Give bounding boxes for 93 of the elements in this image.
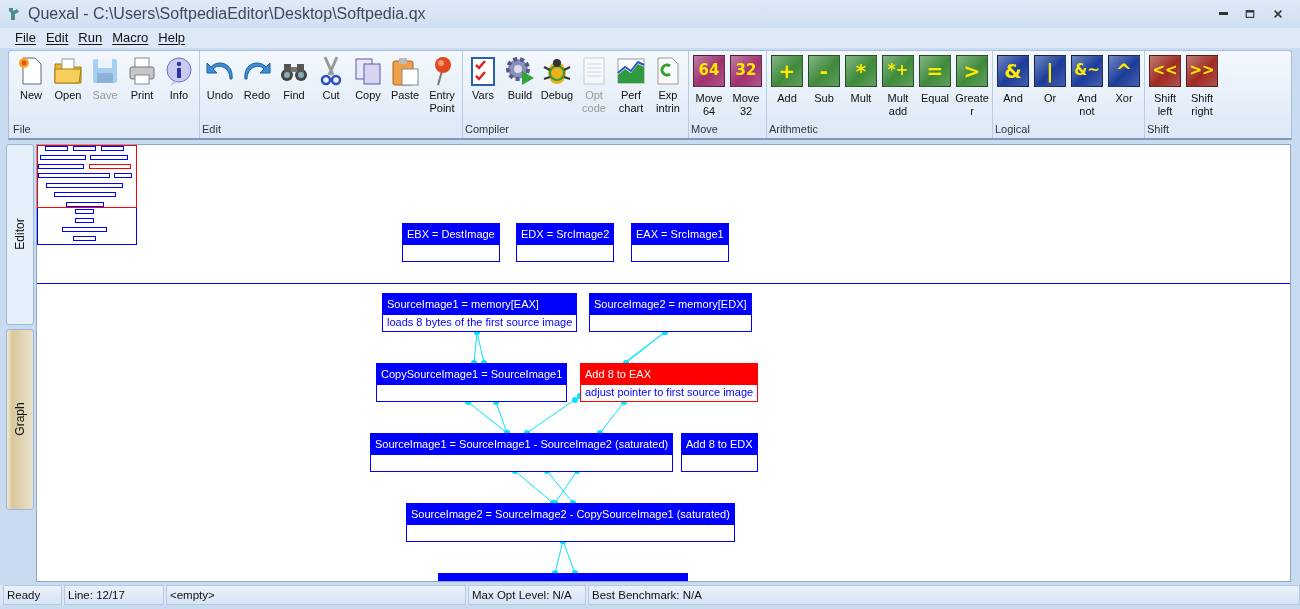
toolbar-button[interactable]: Paste [387, 54, 423, 102]
graph-node[interactable] [438, 572, 688, 582]
status-field: <empty> [166, 585, 466, 605]
graph-node[interactable]: Add 8 to EAX adjust pointer to first source image [580, 362, 759, 402]
node-title: EBX = DestImage [403, 223, 499, 245]
close-icon [1272, 7, 1284, 20]
glyph-tile: | [1034, 54, 1066, 87]
status-field: Line: 12/17 [64, 585, 164, 605]
toolbar-button[interactable]: - Sub [806, 54, 842, 105]
minimap-drawing[interactable] [37, 144, 138, 246]
toolbar-button[interactable]: Debug [539, 54, 575, 102]
group-label: Arithmetic [769, 122, 819, 137]
menu-item[interactable]: Run [73, 30, 108, 46]
graph-node[interactable]: EBX = DestImage [402, 222, 500, 262]
graph-node[interactable]: SourceImage1 = memory[EAX] loads 8 bytes of the first source image [382, 292, 578, 332]
app-logo-icon [6, 5, 22, 22]
status-field: Max Opt Level: N/A [468, 585, 586, 605]
info-icon [163, 54, 195, 87]
graph-node[interactable]: EAX = SrcImage1 [631, 222, 729, 262]
toolbar-button[interactable]: Undo [202, 54, 238, 102]
group-label: Compiler [465, 122, 510, 137]
graph-node[interactable]: Add 8 to EDX [681, 432, 758, 472]
toolbar-button[interactable]: 64 Move 64 [691, 54, 727, 118]
node-title: Add 8 to EAX [581, 363, 758, 385]
node-title: SourceImage1 = SourceImage1 - SourceImage2 (saturated) [371, 433, 673, 455]
graph-node[interactable]: EDX = SrcImage2 [516, 222, 615, 262]
toolbar-button[interactable]: | Or [1032, 54, 1068, 105]
glyph-tile: & [997, 54, 1029, 87]
toolbar-button[interactable]: * Mult [843, 54, 879, 105]
printer-icon [126, 54, 158, 87]
node-title: SourceImage1 = memory[EAX] [383, 293, 577, 315]
toolbar-button[interactable]: Perf chart [613, 54, 649, 115]
glyph-tile: &~ [1071, 54, 1103, 87]
toolbar-button[interactable]: 32 Move 32 [728, 54, 764, 118]
glyph-tile: >> [1186, 54, 1218, 87]
graph-node[interactable]: CopySourceImage1 = SourceImage1 [376, 362, 568, 402]
toolbar-button[interactable]: Print [124, 54, 160, 102]
toolbar-button[interactable]: = Equal [917, 54, 953, 105]
toolbar-button[interactable]: Cut [313, 54, 349, 102]
toolbar-button[interactable]: Info [161, 54, 197, 102]
toolbar-button[interactable]: Exp intrin [650, 54, 686, 115]
minimize-icon [1219, 12, 1228, 16]
toolbar-button[interactable]: > Greater [954, 54, 990, 118]
toolbar-button[interactable]: Redo [239, 54, 275, 102]
glyph-tile: 64 [693, 54, 725, 87]
toolbar-button[interactable]: New [13, 54, 49, 102]
toolbar-button[interactable]: Vars [465, 54, 501, 102]
node-title: EDX = SrcImage2 [517, 223, 614, 245]
toolbar-button[interactable]: << Shift left [1147, 54, 1183, 118]
menu-item[interactable]: File [10, 30, 41, 46]
window-title: Quexal - C:\Users\SoftpediaEditor\Desktop\Softpedia.qx [28, 4, 427, 23]
glyph-tile: *+ [882, 54, 914, 87]
glyph-tile: ^ [1108, 54, 1140, 87]
graph-node[interactable]: SourceImage2 = SourceImage2 - CopySourceImage1 (saturated) [406, 502, 735, 542]
glyph-tile: - [808, 54, 840, 87]
toolbar-button[interactable]: Build [502, 54, 538, 102]
node-title: EAX = SrcImage1 [632, 223, 728, 245]
group-label: Edit [202, 122, 222, 137]
gear-icon [504, 54, 536, 87]
toolbar-button[interactable]: Copy [350, 54, 386, 102]
toolbar-button[interactable]: >> Shift right [1184, 54, 1220, 118]
glyph-tile: 32 [730, 54, 762, 87]
menu-item[interactable]: Edit [40, 30, 74, 46]
group-label: File [13, 122, 32, 137]
maximize-icon [1244, 7, 1256, 20]
graph-node[interactable]: SourceImage1 = SourceImage1 - SourceImage2 (saturated) [370, 432, 674, 472]
glyph-tile: << [1149, 54, 1181, 87]
group-label: Logical [995, 122, 1031, 137]
toolbar-button[interactable]: Entry Point [424, 54, 460, 115]
glyph-tile: > [956, 54, 988, 87]
toolbar-button[interactable]: *+ Mult add [880, 54, 916, 118]
toolbar-button[interactable]: Open [50, 54, 86, 102]
toolbar-button[interactable]: &~ And not [1069, 54, 1105, 118]
status-field: Ready [3, 585, 62, 605]
group-label: Shift [1147, 122, 1170, 137]
group-label: Move [691, 122, 719, 137]
toolbar-button[interactable]: ^ Xor [1106, 54, 1142, 105]
node-title: SourceImage2 = memory[EDX] [590, 293, 751, 315]
toolbar-button[interactable]: & And [995, 54, 1031, 105]
menu-item[interactable]: Help [153, 30, 191, 46]
side-tab[interactable]: Graph [6, 328, 34, 510]
node-title: Add 8 to EDX [682, 433, 757, 455]
graph-node[interactable]: SourceImage2 = memory[EDX] [589, 292, 752, 332]
status-field: Best Benchmark: N/A [588, 585, 1300, 605]
glyph-tile: = [919, 54, 951, 87]
menu-item[interactable]: Macro [107, 30, 154, 46]
toolbar-button[interactable]: Find [276, 54, 312, 102]
toolbar-button[interactable]: + Add [769, 54, 805, 105]
side-tab[interactable]: Editor [6, 143, 34, 325]
glyph-tile: + [771, 54, 803, 87]
node-title: CopySourceImage1 = SourceImage1 [377, 363, 567, 385]
glyph-tile: * [845, 54, 877, 87]
node-title: SourceImage2 = SourceImage2 - CopySourceImage1 (saturated) [407, 503, 734, 525]
